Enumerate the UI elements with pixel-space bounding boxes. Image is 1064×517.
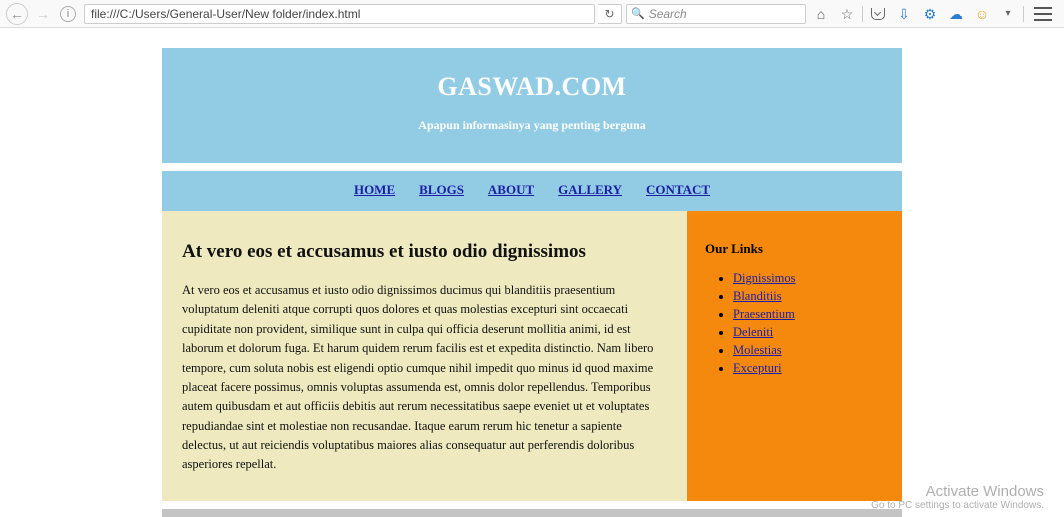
sidebar-list: Dignissimos Blanditiis Praesentium Delen… [705,271,884,376]
link-dignissimos[interactable]: Dignissimos [733,271,796,285]
refresh-button[interactable]: ↻ [598,4,622,24]
search-icon: 🔍 [631,7,645,20]
list-item: Molestias [733,343,884,358]
link-blanditiis[interactable]: Blanditiis [733,289,782,303]
home-icon[interactable]: ⌂ [810,3,832,25]
url-bar[interactable]: file:///C:/Users/General-User/New folder… [84,4,595,24]
toolbar-separator-2 [1023,6,1024,22]
page-container: GASWAD.COM Apapun informasinya yang pent… [162,48,902,517]
link-praesentium[interactable]: Praesentium [733,307,795,321]
menu-button[interactable] [1034,7,1052,21]
nav-blogs[interactable]: BLOGS [419,182,464,198]
sidebar-links: Our Links Dignissimos Blanditiis Praesen… [687,211,902,501]
bookmark-icon[interactable]: ☆ [836,3,858,25]
link-molestias[interactable]: Molestias [733,343,782,357]
content-row: At vero eos et accusamus et iusto odio d… [162,211,902,501]
url-text: file:///C:/Users/General-User/New folder… [91,7,360,21]
list-item: Dignissimos [733,271,884,286]
page-footer: © Copyright - Gaswad.Com 2017 | Alright … [162,509,902,517]
pocket-icon[interactable] [867,3,889,25]
downloads-icon[interactable]: ⇩ [893,3,915,25]
list-item: Excepturi [733,361,884,376]
site-title: GASWAD.COM [172,72,892,102]
forward-button[interactable]: → [32,3,54,25]
article-body: At vero eos et accusamus et iusto odio d… [182,281,667,475]
search-placeholder: Search [649,7,687,21]
back-button[interactable]: ← [6,3,28,25]
search-box[interactable]: 🔍 Search [626,4,806,24]
list-item: Praesentium [733,307,884,322]
profile-icon[interactable]: ☺ [971,3,993,25]
site-tagline: Apapun informasinya yang penting berguna [172,118,892,133]
main-nav: HOME BLOGS ABOUT GALLERY CONTACT [162,171,902,211]
nav-about[interactable]: ABOUT [488,182,534,198]
greasemonkey-icon[interactable]: ⚙︎ [919,3,941,25]
sidebar-heading: Our Links [705,241,884,257]
list-item: Deleniti [733,325,884,340]
spacer-2 [162,501,902,509]
link-deleniti[interactable]: Deleniti [733,325,773,339]
nav-gallery[interactable]: GALLERY [558,182,622,198]
toolbar-separator [862,6,863,22]
list-item: Blanditiis [733,289,884,304]
sync-icon[interactable]: ☁ [945,3,967,25]
nav-home[interactable]: HOME [354,182,395,198]
dropdown-icon[interactable]: ▾ [997,3,1019,25]
article-main: At vero eos et accusamus et iusto odio d… [162,211,687,501]
browser-toolbar: ← → i file:///C:/Users/General-User/New … [0,0,1064,28]
link-excepturi[interactable]: Excepturi [733,361,782,375]
site-info-icon[interactable]: i [60,6,76,22]
article-heading: At vero eos et accusamus et iusto odio d… [182,241,667,263]
page-viewport: GASWAD.COM Apapun informasinya yang pent… [0,28,1064,517]
hero-banner: GASWAD.COM Apapun informasinya yang pent… [162,48,902,163]
spacer [162,163,902,171]
nav-contact[interactable]: CONTACT [646,182,710,198]
